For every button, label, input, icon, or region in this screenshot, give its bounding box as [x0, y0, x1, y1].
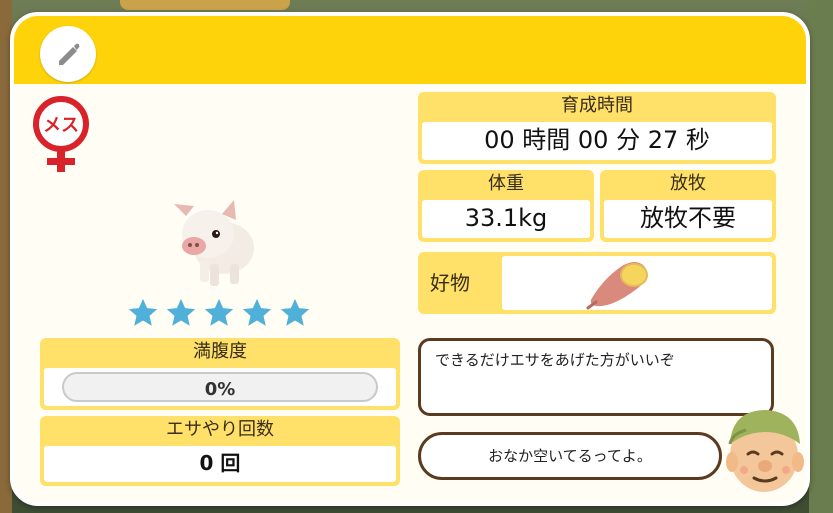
weight-value: 33.1kg — [422, 200, 590, 238]
star-icon — [204, 298, 234, 326]
favorite-value-area — [502, 256, 772, 310]
star-icon — [166, 298, 196, 326]
feed-count-panel: エサやり回数 0 回 — [40, 416, 400, 486]
grazing-value: 放牧不要 — [604, 200, 772, 238]
star-icon — [242, 298, 272, 326]
card-header — [14, 16, 806, 84]
feed-count-value: 0 回 — [44, 446, 396, 482]
favorite-label: 好物 — [430, 271, 470, 295]
feed-count-label: エサやり回数 — [166, 419, 274, 440]
star-rating — [126, 296, 312, 330]
pig-icon — [174, 200, 254, 286]
weight-panel: 体重 33.1kg — [418, 170, 594, 242]
gender-badge: メス — [32, 96, 90, 176]
favorite-food-panel: 好物 — [418, 252, 776, 314]
background-sign — [120, 0, 290, 10]
sweet-potato-icon — [586, 262, 648, 310]
satiety-label: 満腹度 — [193, 341, 247, 362]
satiety-progress-bar: 0% — [62, 372, 378, 402]
satiety-percent: 0% — [204, 379, 236, 400]
satiety-value-area: 0% — [44, 368, 396, 406]
gender-label: メス — [43, 115, 79, 136]
growth-time-label: 育成時間 — [561, 95, 633, 116]
pencil-icon — [59, 43, 80, 65]
grazing-label: 放牧 — [670, 173, 706, 194]
farmer-face-icon — [726, 410, 804, 492]
star-icon — [280, 298, 310, 326]
animal-detail-card: メス 満腹度 0% エサやり回数 0 回 育成時間 00 時間 00 分 27 … — [10, 12, 810, 506]
background-tree — [809, 0, 833, 513]
weight-label: 体重 — [488, 173, 524, 194]
edit-button[interactable] — [40, 26, 96, 82]
star-icon — [128, 298, 158, 326]
grazing-panel: 放牧 放牧不要 — [600, 170, 776, 242]
growth-time-value: 00 時間 00 分 27 秒 — [422, 122, 772, 160]
satiety-panel: 満腹度 0% — [40, 338, 400, 410]
status-bubble: おなか空いてるってよ。 — [418, 432, 722, 480]
growth-time-panel: 育成時間 00 時間 00 分 27 秒 — [418, 92, 776, 164]
